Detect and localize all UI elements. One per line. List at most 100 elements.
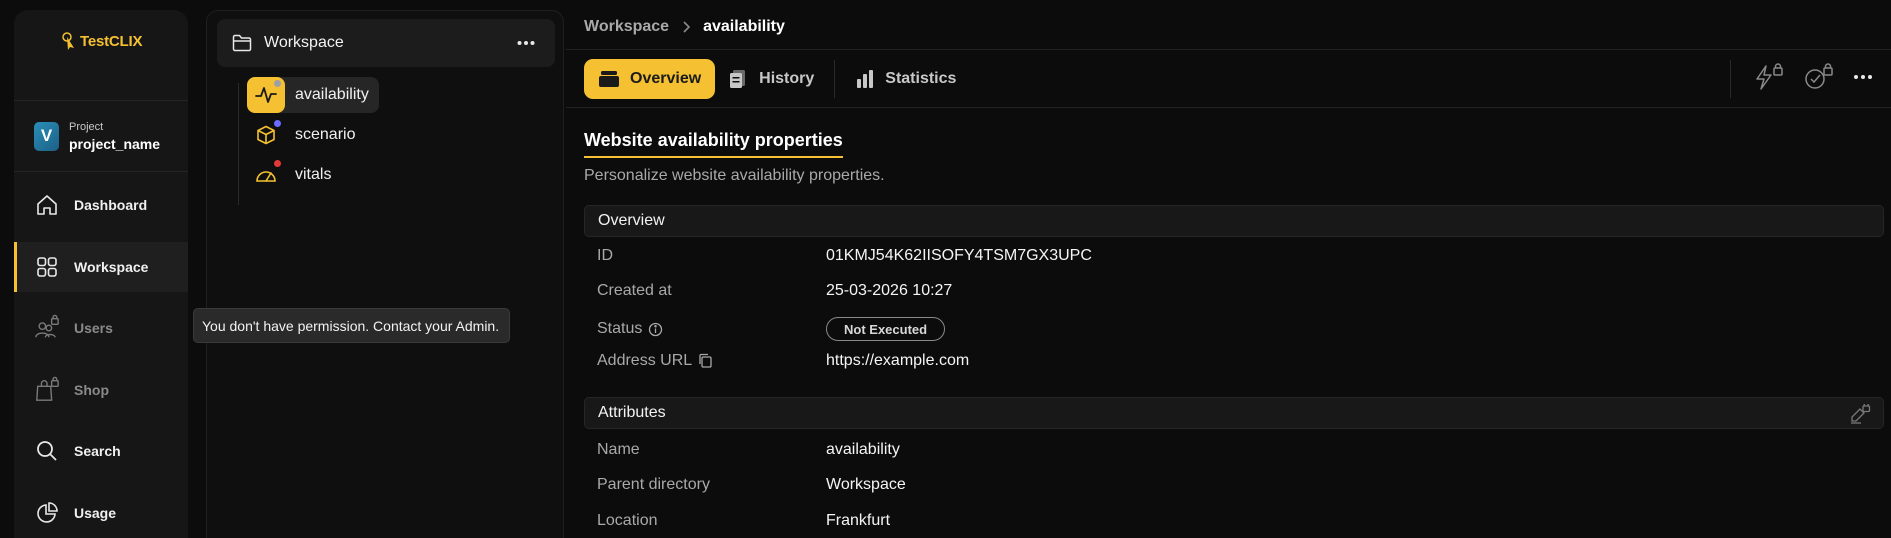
overview-heading: Overview (584, 205, 1884, 237)
tab-label: History (759, 70, 815, 87)
tab-statistics[interactable]: Statistics (841, 59, 970, 99)
row-value: 01KMJ54K62IISOFY4TSM7GX3UPC (826, 247, 1092, 264)
pie-chart-icon (34, 500, 60, 526)
row-key: ID (597, 247, 613, 264)
tree-item-label: vitals (295, 166, 332, 183)
row-name: Name availability (597, 441, 900, 459)
tab-history[interactable]: History (715, 59, 828, 99)
verify-locked-icon[interactable] (1803, 62, 1835, 97)
row-key-wrap: Status (597, 320, 826, 338)
sidebar-item-users[interactable]: Users (14, 303, 188, 353)
breadcrumb: Workspace availability (584, 18, 785, 36)
history-icon (730, 70, 746, 88)
tab-label: Statistics (885, 70, 957, 87)
tree-item-vitals[interactable]: vitals (247, 157, 331, 193)
status-dot (274, 120, 281, 127)
chevron-right-icon (683, 21, 691, 33)
edit-locked-icon[interactable] (1849, 402, 1871, 429)
sidebar-item-search[interactable]: Search (14, 426, 188, 476)
tab-label: Overview (630, 70, 702, 87)
tree-item-label: availability (295, 86, 369, 103)
row-value: Frankfurt (826, 512, 891, 529)
tree-item-label: scenario (295, 126, 356, 143)
overview-heading-label: Overview (598, 212, 665, 229)
status-badge: Not Executed (826, 317, 946, 341)
row-key: Location (597, 512, 658, 529)
row-address-url: Address URL https://example.com (597, 352, 969, 370)
search-icon (34, 438, 60, 464)
status-dot (274, 80, 281, 87)
logo-icon (62, 32, 74, 50)
grid-icon (34, 254, 60, 280)
shop-lock-icon (34, 376, 60, 403)
row-location: Location Frankfurt (597, 512, 890, 530)
sidebar-item-label: Dashboard (74, 197, 148, 213)
more-options-icon[interactable] (517, 35, 535, 56)
toolbar-actions (1730, 56, 1873, 102)
sidebar-item-usage[interactable]: Usage (14, 488, 188, 538)
gauge-icon (247, 157, 285, 193)
row-key: Status (597, 320, 643, 337)
folder-icon (232, 34, 252, 52)
project-name: project_name (69, 135, 161, 152)
more-options-icon[interactable] (1853, 69, 1873, 90)
sidebar-item-label: Shop (74, 381, 109, 398)
row-status: Status Not Executed (597, 317, 946, 341)
row-key: Parent directory (597, 476, 710, 493)
workspace-tree-panel: Workspace availability scenario vitals (206, 10, 564, 538)
app-logo[interactable]: TestCLIX (62, 32, 142, 50)
logo-text: TestCLIX (80, 32, 143, 50)
home-icon (34, 192, 60, 218)
tree-item-scenario[interactable]: scenario (247, 117, 355, 153)
info-icon[interactable] (648, 322, 663, 337)
run-locked-icon[interactable] (1753, 62, 1785, 97)
project-avatar: V (34, 121, 59, 151)
breadcrumb-parent[interactable]: Workspace (584, 18, 669, 36)
sidebar-item-workspace[interactable]: Workspace (14, 241, 188, 292)
toolbar-divider (1730, 60, 1731, 98)
section-subtitle: Personalize website availability propert… (584, 167, 885, 184)
row-key: Name (597, 441, 640, 458)
sidebar-item-label: Search (74, 443, 121, 459)
section-title: Website availability properties (584, 130, 843, 158)
row-key-wrap: Address URL (597, 352, 826, 370)
tab-divider (834, 60, 836, 98)
tree-guide-line (238, 83, 239, 205)
row-created-at: Created at 25-03-2026 10:27 (597, 282, 952, 300)
address-url-value[interactable]: https://example.com (826, 352, 969, 370)
permission-tooltip: You don't have permission. Contact your … (193, 308, 510, 343)
users-lock-icon (34, 314, 60, 341)
sidebar-item-label: Users (74, 320, 113, 336)
tree-root-label: Workspace (264, 34, 344, 51)
tree-item-availability[interactable]: availability (247, 77, 379, 113)
row-value: availability (826, 441, 900, 458)
breadcrumb-current: availability (703, 18, 785, 35)
project-caption: Project (69, 120, 104, 133)
sidebar-item-dashboard[interactable]: Dashboard (14, 180, 188, 230)
project-switcher[interactable]: V Project project_name (14, 100, 188, 172)
row-value: 25-03-2026 10:27 (826, 282, 953, 299)
box-icon (599, 71, 619, 87)
pulse-icon (247, 77, 285, 113)
tree-root-workspace[interactable]: Workspace (217, 19, 555, 67)
bar-chart-icon (857, 70, 874, 88)
sidebar: TestCLIX V Project project_name Dashboar… (14, 10, 188, 538)
row-key: Created at (597, 282, 672, 299)
cube-icon (247, 117, 285, 153)
row-id: ID 01KMJ54K62IISOFY4TSM7GX3UPC (597, 247, 1092, 265)
tab-bar: Overview History Statistics (584, 58, 970, 100)
sidebar-nav: Dashboard Workspace Users Shop Search Us… (14, 180, 188, 538)
app-root: TestCLIX V Project project_name Dashboar… (0, 0, 1891, 538)
sidebar-item-label: Usage (74, 504, 117, 521)
header-divider (566, 49, 1891, 50)
sidebar-item-label: Workspace (74, 258, 149, 275)
sidebar-item-shop[interactable]: Shop (14, 365, 188, 415)
row-parent-directory: Parent directory Workspace (597, 476, 906, 494)
row-value: Workspace (826, 476, 906, 493)
tab-overview[interactable]: Overview (584, 59, 716, 99)
tabs-divider (566, 107, 1891, 108)
copy-icon[interactable] (698, 353, 713, 369)
status-dot (274, 160, 281, 167)
attributes-heading: Attributes (584, 397, 1884, 429)
attributes-heading-label: Attributes (598, 404, 666, 421)
